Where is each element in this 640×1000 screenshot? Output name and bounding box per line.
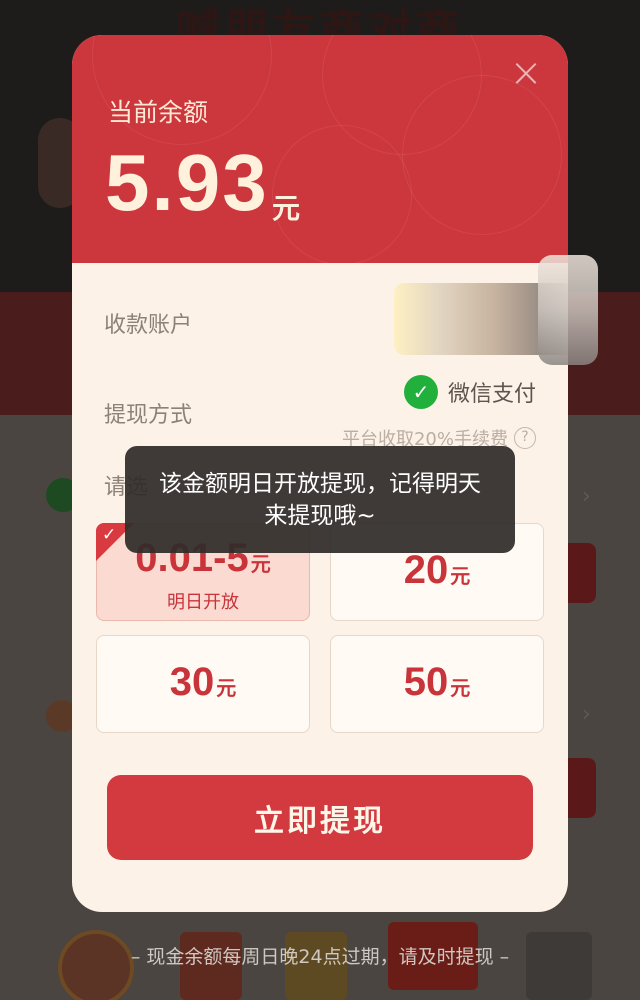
toast-text: 该金额明日开放提现，记得明天来提现哦~ (159, 470, 481, 529)
header-pattern (402, 75, 562, 235)
amount-option[interactable]: 50 元 (330, 635, 544, 733)
modal-header: × 当前余额 5.93 元 (72, 35, 568, 265)
background-chevron-icon: › (582, 702, 591, 727)
pay-method-text: 微信支付 (447, 382, 536, 407)
option-amount: 50 (403, 660, 449, 704)
account-label: 收款账户 (104, 313, 193, 338)
option-subtext: 明日开放 (167, 592, 239, 613)
amount-option[interactable]: 30 元 (96, 635, 310, 733)
balance-unit: 元 (272, 192, 301, 225)
method-label: 提现方式 (104, 403, 193, 428)
question-circle-icon[interactable]: ? (514, 427, 536, 449)
option-amount: 30 (169, 660, 215, 704)
pay-method-selector[interactable]: ✓ 微信支付 (403, 375, 536, 409)
balance-label: 当前余额 (108, 98, 209, 127)
option-unit: 元 (450, 676, 471, 700)
expiry-note: – 现金余额每周日晚24点过期，请及时提现 – (130, 946, 510, 968)
option-unit: 元 (450, 564, 471, 588)
withdraw-button[interactable]: 立即提现 (107, 775, 533, 860)
account-redacted-smudge (538, 255, 598, 365)
close-icon[interactable]: × (506, 53, 546, 93)
option-amount: 20 (403, 548, 449, 592)
wechat-pay-icon: ✓ (403, 375, 438, 409)
option-unit: 元 (216, 676, 237, 700)
background-chevron-icon: › (582, 484, 591, 509)
toast-message: 该金额明日开放提现，记得明天来提现哦~ (125, 446, 515, 553)
balance-amount: 5.93 (105, 138, 269, 227)
